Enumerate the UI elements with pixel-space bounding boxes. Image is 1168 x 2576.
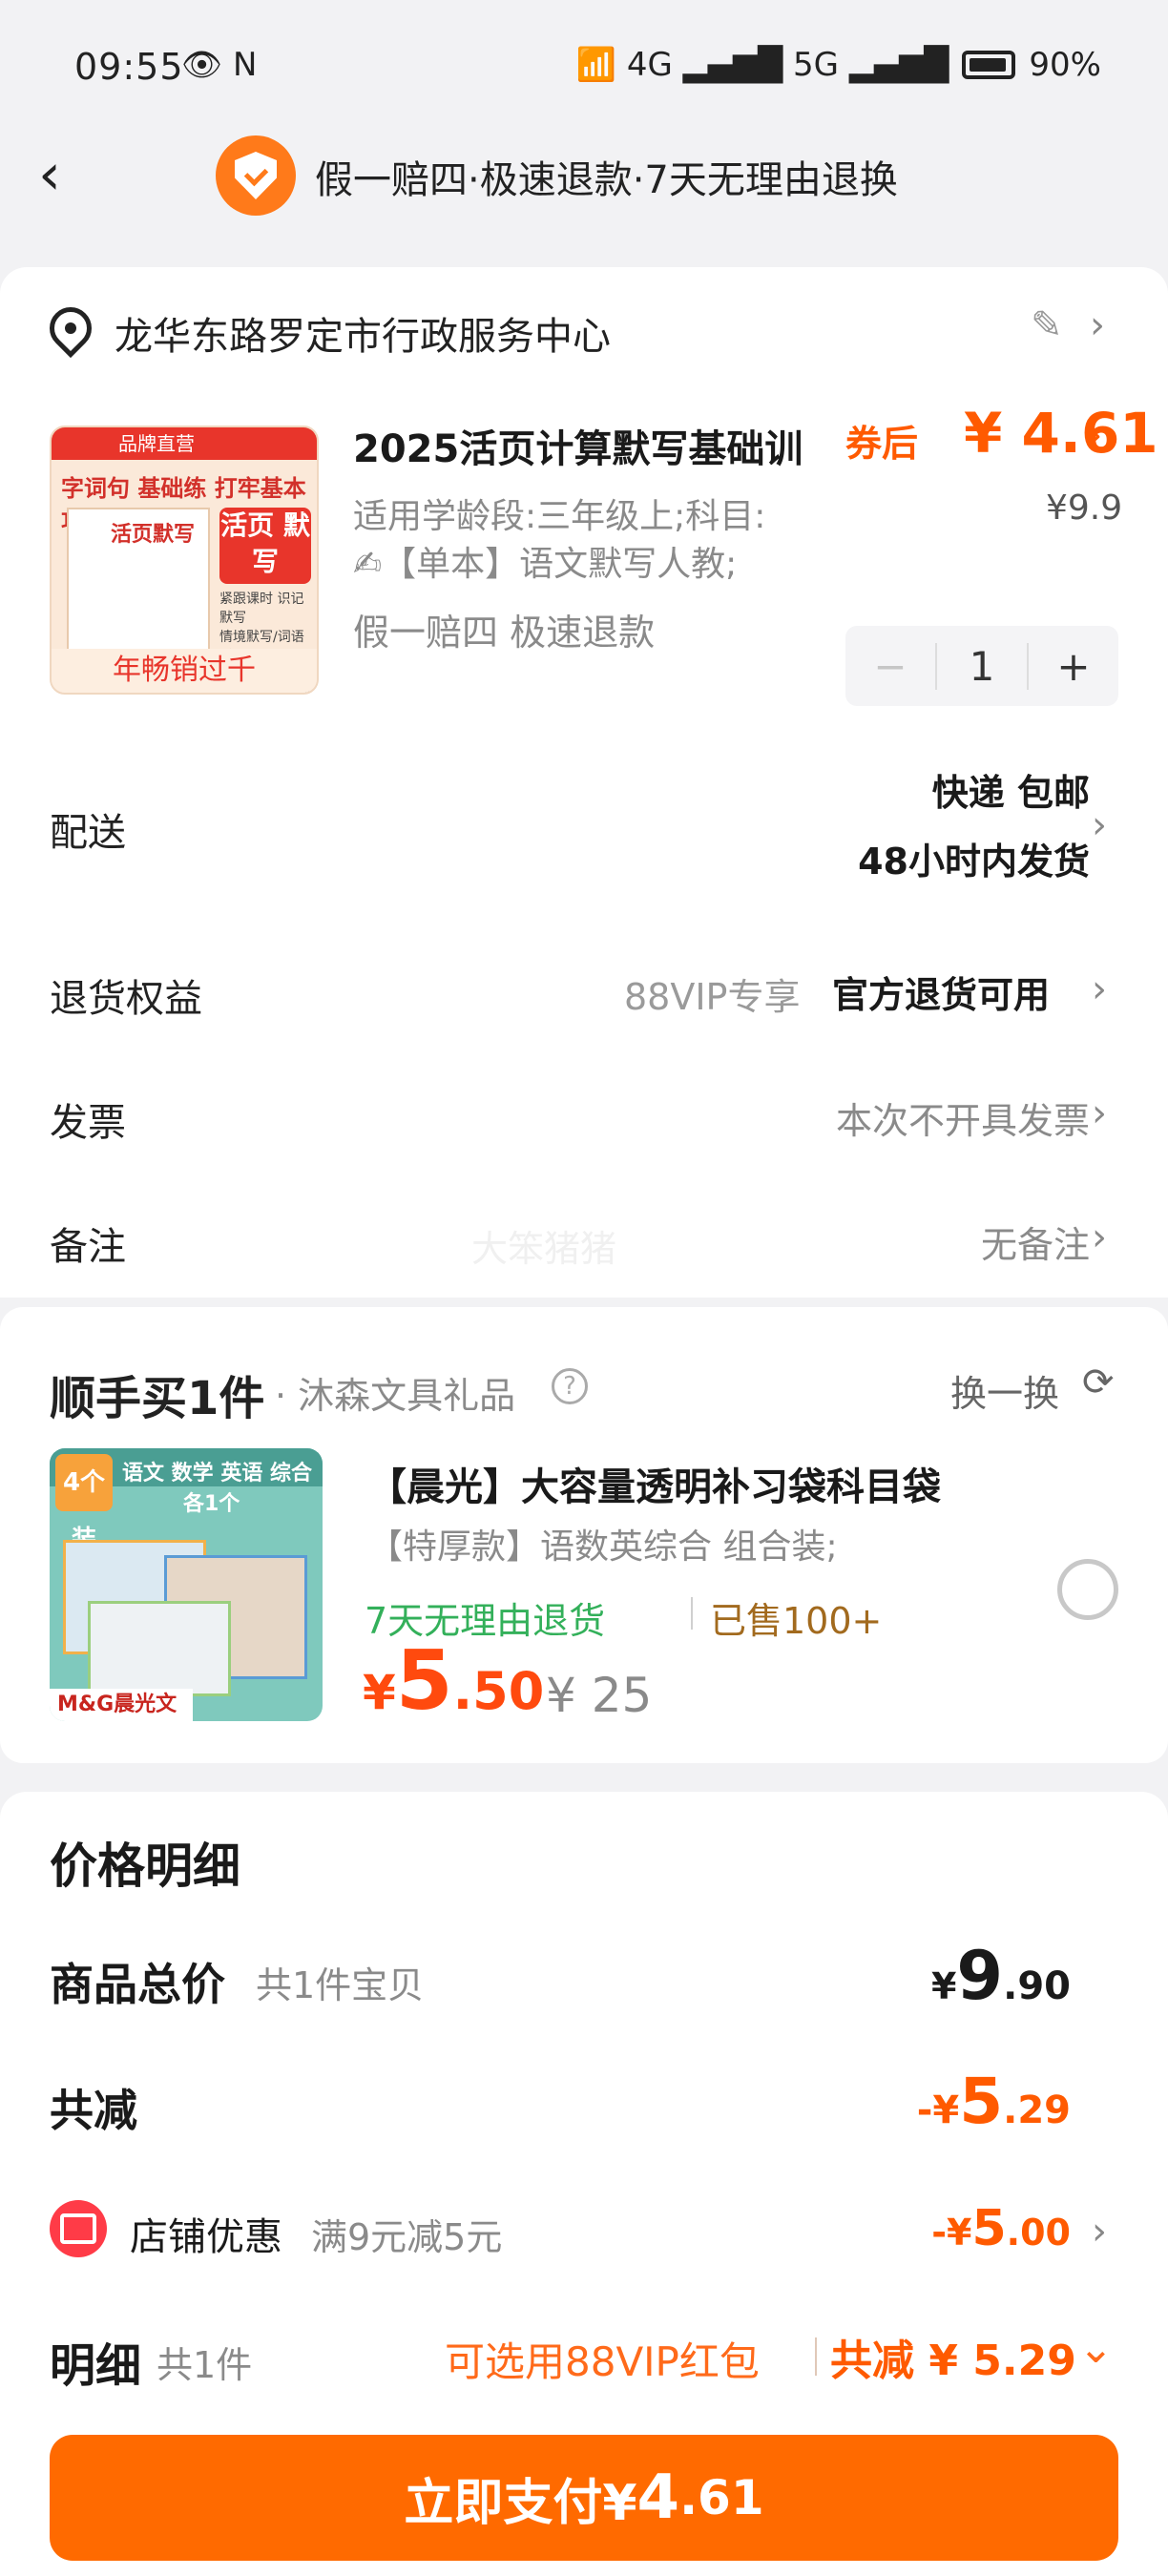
- thumb-count-badge: 4个装: [55, 1454, 113, 1554]
- delivery-address[interactable]: 龙华东路罗定市行政服务中心: [115, 305, 611, 361]
- price-integer: 5: [971, 2200, 1007, 2257]
- price-decimal: .29: [1003, 2088, 1071, 2132]
- chevron-right-icon[interactable]: ›: [1088, 414, 1102, 456]
- thumb-sheet-title: 活页默写: [111, 523, 196, 547]
- detail-label: 明细: [50, 2339, 142, 2393]
- pay-amount-integer: 4: [636, 2462, 680, 2533]
- invoice-value[interactable]: 本次不开具发票: [836, 1091, 1090, 1144]
- edit-icon[interactable]: ✎: [1031, 303, 1063, 347]
- addon-product-image[interactable]: 4个装 语文 数学 英语 综合 各1个 M&G晨光文具: [50, 1448, 323, 1721]
- pay-amount-decimal: .61: [679, 2470, 764, 2525]
- addon-title: 顺手买1件: [50, 1372, 265, 1425]
- detail-count: 共1件: [156, 2344, 253, 2386]
- product-title[interactable]: 2025活页计算默写基础训: [353, 418, 803, 473]
- pay-now-button[interactable]: 立即支付¥ 4.61: [50, 2435, 1118, 2561]
- thumb-each-one: 各1个: [183, 1492, 240, 1516]
- coupon-price[interactable]: ¥ 4.61: [964, 401, 1158, 466]
- addon-product-name[interactable]: 【晨光】大容量透明补习袋科目袋: [368, 1456, 941, 1511]
- total-price-value: ¥9.90: [931, 1937, 1071, 2015]
- price-decimal: .90: [1003, 1964, 1071, 2008]
- back-button[interactable]: ‹: [38, 141, 95, 208]
- vip-red-packet-link[interactable]: 可选用88VIP红包: [445, 2330, 760, 2388]
- thumb-badge: 活页 默写: [219, 508, 311, 584]
- chevron-right-icon[interactable]: ›: [1092, 1215, 1107, 1259]
- total-price-label: 商品总价: [50, 1959, 225, 2010]
- decrease-button[interactable]: −: [845, 642, 937, 690]
- thumb-bag: [88, 1601, 231, 1696]
- shipping-time[interactable]: 48小时内发货: [858, 832, 1090, 884]
- quantity-stepper: − 1 +: [845, 626, 1118, 706]
- addon-sold-count: 已售100+: [710, 1600, 883, 1642]
- watermark: 大笨猪猪: [471, 1228, 617, 1270]
- price-integer: 5: [959, 2065, 1004, 2138]
- product-service-tags: 假一赔四 极速退款: [353, 612, 656, 654]
- addon-shop-name: · 沐森文具礼品: [275, 1375, 516, 1417]
- invoice-label: 发票: [50, 1101, 126, 1145]
- signal-icon: 📶 4G ▂▄▆█ 5G ▂▄▆█: [575, 46, 949, 84]
- divider: [815, 2337, 817, 2376]
- total-discount-label: 共减: [50, 2085, 137, 2136]
- return-rights-value[interactable]: 官方退货可用: [832, 966, 1050, 1018]
- product-spec-variant[interactable]: ✍【单本】语文默写人教;: [353, 536, 737, 586]
- chevron-right-icon[interactable]: ›: [1092, 1091, 1107, 1135]
- product-spec[interactable]: 适用学龄段:三年级上;科目:: [353, 488, 765, 538]
- refresh-icon[interactable]: ⟳: [1082, 1361, 1115, 1404]
- vip-exclusive-tag: 88VIP专享: [624, 976, 801, 1018]
- chevron-right-icon[interactable]: ›: [1090, 303, 1105, 347]
- guarantee-banner: 假一赔四·极速退款·7天无理由退换: [315, 158, 898, 202]
- addon-original-price: ¥ 25: [546, 1668, 653, 1723]
- battery-level: 90%: [1029, 46, 1101, 84]
- divider: [691, 1597, 693, 1630]
- chevron-right-icon[interactable]: ›: [1092, 803, 1107, 847]
- detail-total-discount[interactable]: 共减 ¥ 5.29: [830, 2326, 1076, 2387]
- chevron-right-icon[interactable]: ›: [1092, 2210, 1107, 2254]
- note-value[interactable]: 无备注: [981, 1215, 1090, 1268]
- addon-select-radio[interactable]: [1057, 1559, 1118, 1620]
- quantity-value[interactable]: 1: [937, 643, 1027, 690]
- shop-icon: [50, 2200, 107, 2257]
- price-integer: 9: [956, 1937, 1004, 2015]
- thumb-worksheet: 活页默写: [67, 508, 210, 670]
- shipping-label: 配送: [50, 811, 126, 855]
- help-icon[interactable]: ?: [552, 1368, 588, 1404]
- thumb-brand-logo: M&G晨光文具: [50, 1689, 193, 1721]
- status-right: 📶 4G ▂▄▆█ 5G ▂▄▆█ 90%: [576, 46, 1101, 84]
- addon-product-spec[interactable]: 【特厚款】语数英综合 组合装;: [368, 1519, 838, 1568]
- shipping-method[interactable]: 快递 包邮: [932, 763, 1090, 816]
- total-discount-value: -¥5.29: [917, 2065, 1071, 2138]
- pay-label: 立即支付¥: [404, 2474, 637, 2532]
- price-decimal: .00: [1006, 2212, 1071, 2254]
- chevron-right-icon[interactable]: ›: [1092, 967, 1107, 1011]
- price-detail-title: 价格明细: [50, 1839, 240, 1894]
- original-price: ¥9.9: [1046, 488, 1123, 528]
- note-label: 备注: [50, 1225, 126, 1269]
- status-time: 09:55: [74, 46, 184, 88]
- increase-button[interactable]: +: [1027, 642, 1118, 690]
- thumb-brand-tag: 品牌直营: [52, 427, 317, 460]
- product-image[interactable]: 品牌直营 字词句 基础练 打牢基本功 活页默写 活页 默写 紧跟课时 识记默写 …: [50, 426, 319, 695]
- chevron-double-down-icon[interactable]: ⌄: [1078, 2324, 1114, 2373]
- shield-check-icon: [216, 135, 296, 216]
- shop-discount-rule[interactable]: 满9元减5元: [311, 2208, 502, 2260]
- status-left-icons: 👁 N: [181, 46, 258, 84]
- price-decimal: .50: [452, 1661, 545, 1721]
- currency-symbol: -¥: [916, 2088, 960, 2132]
- battery-icon: [962, 51, 1016, 79]
- return-rights-label: 退货权益: [50, 977, 202, 1021]
- currency-symbol: ¥: [930, 1965, 957, 2007]
- currency-symbol: ¥: [363, 1665, 396, 1720]
- total-item-count: 共1件宝贝: [256, 1964, 425, 2006]
- addon-price: ¥5.50: [363, 1633, 544, 1729]
- thumb-bestseller-banner: 年畅销过千: [52, 649, 317, 693]
- shop-discount-value[interactable]: -¥5.00: [931, 2200, 1071, 2257]
- swap-button[interactable]: 换一换: [950, 1364, 1059, 1417]
- thumb-subjects: 语文 数学 英语 综合: [122, 1462, 312, 1485]
- price-integer: 5: [395, 1633, 453, 1729]
- coupon-label[interactable]: 券后: [845, 414, 918, 467]
- currency-symbol: -¥: [931, 2212, 972, 2254]
- shop-discount-label[interactable]: 店铺优惠: [130, 2206, 282, 2261]
